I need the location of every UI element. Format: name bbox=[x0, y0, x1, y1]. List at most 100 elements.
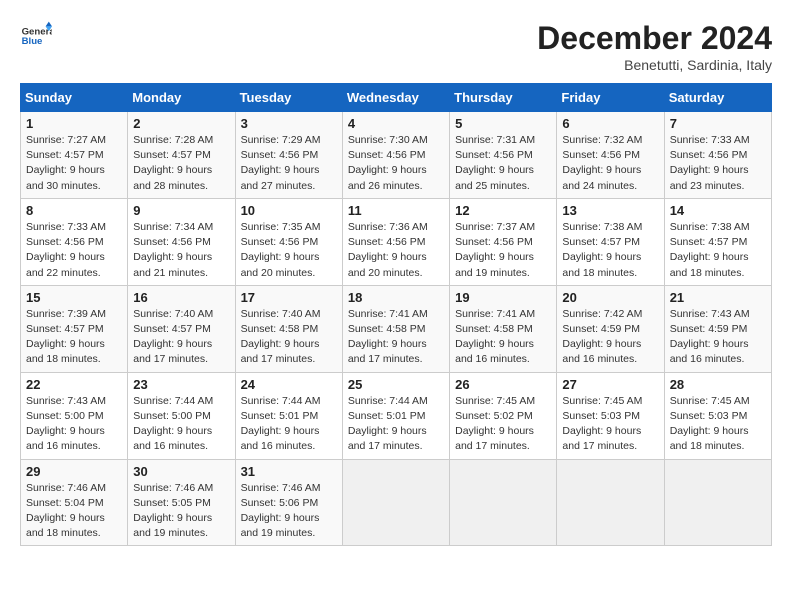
day-number: 27 bbox=[562, 377, 658, 392]
calendar-cell: 19 Sunrise: 7:41 AM Sunset: 4:58 PM Dayli… bbox=[450, 285, 557, 372]
weekday-header: Monday bbox=[128, 84, 235, 112]
calendar-week-row: 8Sunrise: 7:33 AM Sunset: 4:56 PM Daylig… bbox=[21, 198, 772, 285]
day-number: 8 bbox=[26, 203, 122, 218]
calendar-cell: 20 Sunrise: 7:42 AM Sunset: 4:59 PM Dayli… bbox=[557, 285, 664, 372]
day-info: Sunrise: 7:41 AM Sunset: 4:58 PM Dayligh… bbox=[455, 307, 551, 368]
calendar-week-row: 15Sunrise: 7:39 AM Sunset: 4:57 PM Dayli… bbox=[21, 285, 772, 372]
calendar-week-row: 1 Sunrise: 7:27 AM Sunset: 4:57 PM Daylig… bbox=[21, 112, 772, 199]
calendar-cell: 21Sunrise: 7:43 AM Sunset: 4:59 PM Dayli… bbox=[664, 285, 771, 372]
day-number: 10 bbox=[241, 203, 337, 218]
day-info: Sunrise: 7:45 AM Sunset: 5:03 PM Dayligh… bbox=[562, 394, 658, 455]
day-number: 1 bbox=[26, 116, 122, 131]
calendar-cell: 5 Sunrise: 7:31 AM Sunset: 4:56 PM Daylig… bbox=[450, 112, 557, 199]
calendar-header-row: SundayMondayTuesdayWednesdayThursdayFrid… bbox=[21, 84, 772, 112]
day-info: Sunrise: 7:28 AM Sunset: 4:57 PM Dayligh… bbox=[133, 133, 229, 194]
day-info: Sunrise: 7:32 AM Sunset: 4:56 PM Dayligh… bbox=[562, 133, 658, 194]
day-number: 30 bbox=[133, 464, 229, 479]
calendar-cell: 29 Sunrise: 7:46 AM Sunset: 5:04 PM Dayli… bbox=[21, 459, 128, 546]
day-number: 14 bbox=[670, 203, 766, 218]
day-info: Sunrise: 7:38 AM Sunset: 4:57 PM Dayligh… bbox=[562, 220, 658, 281]
calendar-cell: 2 Sunrise: 7:28 AM Sunset: 4:57 PM Daylig… bbox=[128, 112, 235, 199]
calendar-week-row: 29 Sunrise: 7:46 AM Sunset: 5:04 PM Dayli… bbox=[21, 459, 772, 546]
calendar-cell: 27 Sunrise: 7:45 AM Sunset: 5:03 PM Dayli… bbox=[557, 372, 664, 459]
day-info: Sunrise: 7:40 AM Sunset: 4:57 PM Dayligh… bbox=[133, 307, 229, 368]
calendar-cell: 14 Sunrise: 7:38 AM Sunset: 4:57 PM Dayli… bbox=[664, 198, 771, 285]
day-info: Sunrise: 7:37 AM Sunset: 4:56 PM Dayligh… bbox=[455, 220, 551, 281]
calendar-cell: 6 Sunrise: 7:32 AM Sunset: 4:56 PM Daylig… bbox=[557, 112, 664, 199]
day-number: 7 bbox=[670, 116, 766, 131]
day-info: Sunrise: 7:35 AM Sunset: 4:56 PM Dayligh… bbox=[241, 220, 337, 281]
calendar-cell bbox=[450, 459, 557, 546]
day-info: Sunrise: 7:29 AM Sunset: 4:56 PM Dayligh… bbox=[241, 133, 337, 194]
weekday-header: Friday bbox=[557, 84, 664, 112]
day-number: 4 bbox=[348, 116, 444, 131]
weekday-header: Thursday bbox=[450, 84, 557, 112]
day-number: 31 bbox=[241, 464, 337, 479]
day-info: Sunrise: 7:38 AM Sunset: 4:57 PM Dayligh… bbox=[670, 220, 766, 281]
calendar-cell: 18 Sunrise: 7:41 AM Sunset: 4:58 PM Dayli… bbox=[342, 285, 449, 372]
day-info: Sunrise: 7:33 AM Sunset: 4:56 PM Dayligh… bbox=[670, 133, 766, 194]
day-number: 5 bbox=[455, 116, 551, 131]
day-info: Sunrise: 7:36 AM Sunset: 4:56 PM Dayligh… bbox=[348, 220, 444, 281]
day-info: Sunrise: 7:45 AM Sunset: 5:02 PM Dayligh… bbox=[455, 394, 551, 455]
calendar-cell: 16Sunrise: 7:40 AM Sunset: 4:57 PM Dayli… bbox=[128, 285, 235, 372]
calendar-cell: 22 Sunrise: 7:43 AM Sunset: 5:00 PM Dayli… bbox=[21, 372, 128, 459]
day-number: 28 bbox=[670, 377, 766, 392]
calendar-cell: 23Sunrise: 7:44 AM Sunset: 5:00 PM Dayli… bbox=[128, 372, 235, 459]
day-info: Sunrise: 7:31 AM Sunset: 4:56 PM Dayligh… bbox=[455, 133, 551, 194]
day-number: 18 bbox=[348, 290, 444, 305]
day-info: Sunrise: 7:34 AM Sunset: 4:56 PM Dayligh… bbox=[133, 220, 229, 281]
svg-text:Blue: Blue bbox=[22, 36, 43, 47]
logo: General Blue bbox=[20, 20, 52, 52]
day-number: 12 bbox=[455, 203, 551, 218]
day-info: Sunrise: 7:43 AM Sunset: 5:00 PM Dayligh… bbox=[26, 394, 122, 455]
logo-icon: General Blue bbox=[20, 20, 52, 52]
day-info: Sunrise: 7:39 AM Sunset: 4:57 PM Dayligh… bbox=[26, 307, 122, 368]
calendar-cell bbox=[557, 459, 664, 546]
day-number: 25 bbox=[348, 377, 444, 392]
calendar-cell: 11Sunrise: 7:36 AM Sunset: 4:56 PM Dayli… bbox=[342, 198, 449, 285]
calendar-cell: 26Sunrise: 7:45 AM Sunset: 5:02 PM Dayli… bbox=[450, 372, 557, 459]
day-number: 22 bbox=[26, 377, 122, 392]
day-number: 17 bbox=[241, 290, 337, 305]
calendar-cell: 30 Sunrise: 7:46 AM Sunset: 5:05 PM Dayli… bbox=[128, 459, 235, 546]
day-info: Sunrise: 7:46 AM Sunset: 5:06 PM Dayligh… bbox=[241, 481, 337, 542]
calendar-cell: 25 Sunrise: 7:44 AM Sunset: 5:01 PM Dayli… bbox=[342, 372, 449, 459]
day-info: Sunrise: 7:40 AM Sunset: 4:58 PM Dayligh… bbox=[241, 307, 337, 368]
day-info: Sunrise: 7:42 AM Sunset: 4:59 PM Dayligh… bbox=[562, 307, 658, 368]
calendar-cell: 13Sunrise: 7:38 AM Sunset: 4:57 PM Dayli… bbox=[557, 198, 664, 285]
day-number: 19 bbox=[455, 290, 551, 305]
calendar-cell: 24Sunrise: 7:44 AM Sunset: 5:01 PM Dayli… bbox=[235, 372, 342, 459]
day-info: Sunrise: 7:45 AM Sunset: 5:03 PM Dayligh… bbox=[670, 394, 766, 455]
calendar-cell: 4Sunrise: 7:30 AM Sunset: 4:56 PM Daylig… bbox=[342, 112, 449, 199]
location-subtitle: Benetutti, Sardinia, Italy bbox=[537, 57, 772, 73]
day-number: 20 bbox=[562, 290, 658, 305]
weekday-header: Tuesday bbox=[235, 84, 342, 112]
day-info: Sunrise: 7:41 AM Sunset: 4:58 PM Dayligh… bbox=[348, 307, 444, 368]
calendar-cell: 12 Sunrise: 7:37 AM Sunset: 4:56 PM Dayli… bbox=[450, 198, 557, 285]
month-title: December 2024 bbox=[537, 20, 772, 57]
weekday-header: Sunday bbox=[21, 84, 128, 112]
calendar-cell: 15Sunrise: 7:39 AM Sunset: 4:57 PM Dayli… bbox=[21, 285, 128, 372]
day-number: 2 bbox=[133, 116, 229, 131]
calendar-cell bbox=[664, 459, 771, 546]
day-info: Sunrise: 7:44 AM Sunset: 5:01 PM Dayligh… bbox=[348, 394, 444, 455]
calendar-cell: 10 Sunrise: 7:35 AM Sunset: 4:56 PM Dayli… bbox=[235, 198, 342, 285]
calendar-table: SundayMondayTuesdayWednesdayThursdayFrid… bbox=[20, 83, 772, 546]
title-block: December 2024 Benetutti, Sardinia, Italy bbox=[537, 20, 772, 73]
weekday-header: Saturday bbox=[664, 84, 771, 112]
calendar-cell: 31 Sunrise: 7:46 AM Sunset: 5:06 PM Dayli… bbox=[235, 459, 342, 546]
day-number: 24 bbox=[241, 377, 337, 392]
day-info: Sunrise: 7:46 AM Sunset: 5:05 PM Dayligh… bbox=[133, 481, 229, 542]
calendar-cell: 8Sunrise: 7:33 AM Sunset: 4:56 PM Daylig… bbox=[21, 198, 128, 285]
calendar-cell: 3Sunrise: 7:29 AM Sunset: 4:56 PM Daylig… bbox=[235, 112, 342, 199]
calendar-cell: 9 Sunrise: 7:34 AM Sunset: 4:56 PM Daylig… bbox=[128, 198, 235, 285]
calendar-cell: 28 Sunrise: 7:45 AM Sunset: 5:03 PM Dayli… bbox=[664, 372, 771, 459]
day-info: Sunrise: 7:27 AM Sunset: 4:57 PM Dayligh… bbox=[26, 133, 122, 194]
day-info: Sunrise: 7:46 AM Sunset: 5:04 PM Dayligh… bbox=[26, 481, 122, 542]
calendar-cell: 1 Sunrise: 7:27 AM Sunset: 4:57 PM Daylig… bbox=[21, 112, 128, 199]
day-number: 6 bbox=[562, 116, 658, 131]
day-number: 29 bbox=[26, 464, 122, 479]
calendar-cell: 17 Sunrise: 7:40 AM Sunset: 4:58 PM Dayli… bbox=[235, 285, 342, 372]
day-number: 9 bbox=[133, 203, 229, 218]
